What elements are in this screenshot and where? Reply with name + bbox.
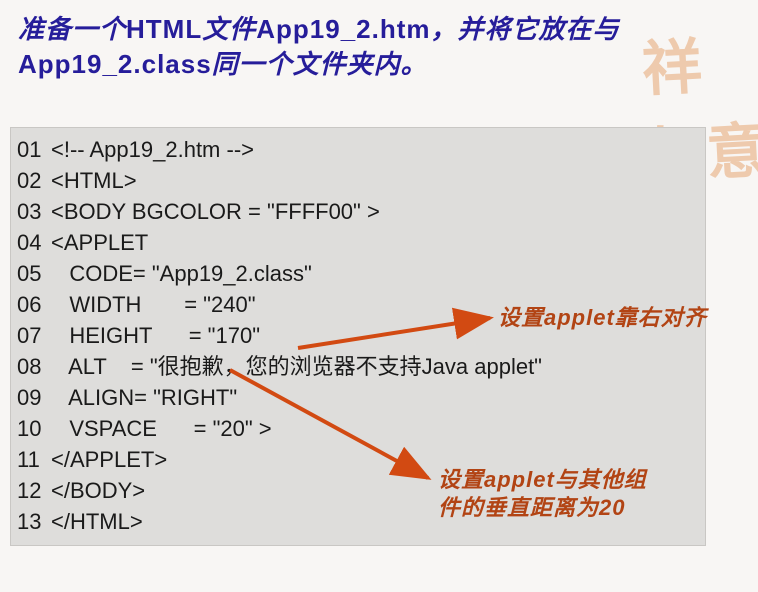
code-line: 04<APPLET — [17, 227, 701, 258]
title-line2-file: App19_2.class — [18, 49, 212, 79]
code-line: 02<HTML> — [17, 165, 701, 196]
annotation-vspace: 设置applet与其他组件的垂直距离为20 — [438, 466, 668, 521]
title-line1-file: App19_2.htm — [256, 14, 430, 44]
code-line: 10 VSPACE = "20" > — [17, 413, 701, 444]
title-line1-prefix: 准备一个 — [18, 14, 126, 44]
title-line2-suffix: 同一个文件夹内。 — [212, 49, 428, 79]
code-line: 08 ALT = "很抱歉，您的浏览器不支持Java applet" — [17, 351, 701, 382]
slide-title: 准备一个HTML文件App19_2.htm，并将它放在与 App19_2.cla… — [18, 12, 748, 82]
annotation-align-right: 设置applet靠右对齐 — [498, 304, 748, 332]
title-line1-mid: 文件 — [202, 14, 256, 44]
code-line: 01<!-- App19_2.htm --> — [17, 134, 701, 165]
title-line1-suffix: ，并将它放在与 — [431, 14, 620, 44]
code-line: 05 CODE= "App19_2.class" — [17, 258, 701, 289]
code-line: 03<BODY BGCOLOR = "FFFF00" > — [17, 196, 701, 227]
code-line: 09 ALIGN= "RIGHT" — [17, 382, 701, 413]
title-line1-bold: HTML — [126, 14, 202, 44]
